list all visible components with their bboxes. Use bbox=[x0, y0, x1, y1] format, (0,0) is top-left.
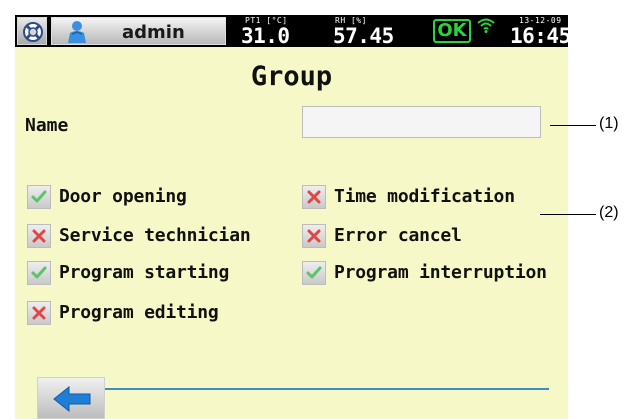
permission-toggle[interactable] bbox=[302, 224, 326, 248]
footer-divider bbox=[105, 388, 549, 390]
time-label: 16:45 bbox=[510, 24, 568, 48]
permission-toggle[interactable] bbox=[27, 224, 51, 248]
status-bar: admin PT1 [°C] 31.0 RH [%] 57.45 OK 13-1… bbox=[15, 15, 568, 48]
permission-label: Door opening bbox=[59, 186, 187, 207]
check-icon bbox=[31, 266, 47, 279]
callout-line-1 bbox=[550, 125, 596, 126]
humidity-readout: RH [%] 57.45 bbox=[333, 15, 413, 48]
cross-icon bbox=[32, 306, 46, 320]
clock: 13-12-09 16:45 bbox=[507, 15, 568, 48]
page-title: Group bbox=[250, 61, 333, 92]
permission-label: Service technician bbox=[59, 225, 251, 246]
device-screen: admin PT1 [°C] 31.0 RH [%] 57.45 OK 13-1… bbox=[15, 15, 568, 419]
check-icon bbox=[306, 266, 322, 279]
permission-toggle[interactable] bbox=[27, 185, 51, 209]
callout-line-2 bbox=[540, 214, 596, 215]
temperature-value: 31.0 bbox=[241, 24, 290, 48]
back-arrow-icon bbox=[53, 386, 91, 412]
permission-label: Time modification bbox=[334, 186, 515, 207]
check-icon bbox=[31, 190, 47, 203]
temperature-readout: PT1 [°C] 31.0 bbox=[241, 15, 301, 48]
permission-toggle[interactable] bbox=[302, 185, 326, 209]
callout-label-2: (2) bbox=[599, 204, 619, 221]
cross-icon bbox=[32, 229, 46, 243]
permission-toggle[interactable] bbox=[27, 261, 51, 285]
user-button[interactable]: admin bbox=[51, 17, 226, 45]
status-badge: OK bbox=[433, 19, 471, 43]
wifi-icon bbox=[477, 18, 495, 33]
permission-label: Program editing bbox=[59, 302, 219, 323]
help-button[interactable] bbox=[17, 17, 47, 45]
username-label: admin bbox=[122, 22, 185, 43]
permission-label: Program interruption bbox=[334, 262, 547, 283]
permission-label: Program starting bbox=[59, 262, 230, 283]
cross-icon bbox=[307, 229, 321, 243]
permission-label: Error cancel bbox=[334, 225, 462, 246]
group-name-input[interactable] bbox=[302, 106, 541, 138]
permission-toggle[interactable] bbox=[302, 261, 326, 285]
user-icon bbox=[68, 21, 86, 43]
back-button[interactable] bbox=[37, 377, 105, 419]
humidity-value: 57.45 bbox=[333, 24, 394, 48]
cross-icon bbox=[307, 190, 321, 204]
permission-toggle[interactable] bbox=[27, 301, 51, 325]
callout-label-1: (1) bbox=[599, 115, 619, 132]
name-label: Name bbox=[25, 115, 69, 136]
lifebuoy-icon bbox=[23, 22, 43, 42]
